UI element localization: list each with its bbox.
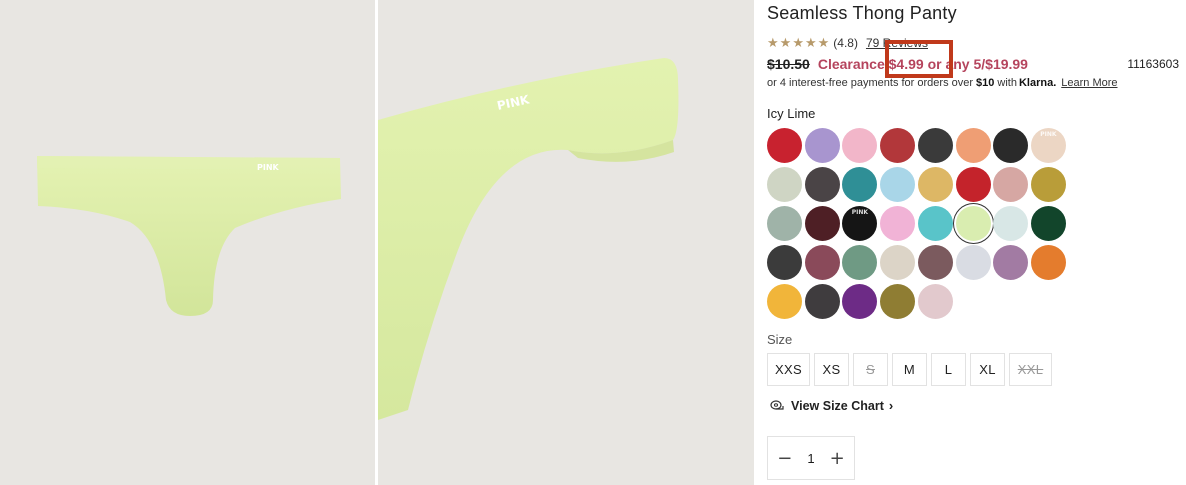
color-swatch-aqua-tiedye[interactable]	[917, 206, 953, 241]
color-swatch-charcoal-stripe[interactable]	[804, 284, 840, 319]
size-selector: XXS XS S M L XL XXL	[767, 353, 1052, 386]
color-swatch-nude-pink-logo[interactable]: PINK	[1030, 128, 1066, 163]
color-swatch-orchid[interactable]	[993, 245, 1029, 280]
color-swatch-olive-stripe[interactable]	[880, 284, 916, 319]
chevron-right-icon: ›	[888, 398, 894, 413]
product-title: Seamless Thong Panty	[767, 3, 957, 23]
color-swatch-blush-stripe[interactable]	[917, 284, 953, 319]
brand-mark-front: PINK	[257, 163, 280, 172]
color-swatch-black-white-print[interactable]	[804, 167, 840, 202]
product-sku: 11163603	[1127, 57, 1179, 71]
color-swatch-pink[interactable]	[842, 128, 878, 163]
financing-text: or 4 interest-free payments for orders o…	[767, 77, 974, 89]
color-swatch-pale-grey[interactable]	[955, 245, 991, 280]
size-label: Size	[767, 332, 793, 347]
clearance-price: Clearance $4.99 or any 5/$19.99	[817, 56, 1028, 72]
color-swatch-cream[interactable]	[880, 245, 916, 280]
color-swatch-mustard[interactable]	[917, 167, 953, 202]
star-icon: ★	[817, 35, 830, 51]
star-icon: ★	[804, 35, 817, 51]
quantity-increase-button[interactable]: +	[826, 448, 848, 469]
size-chart-label: View Size Chart	[791, 398, 884, 413]
price-row: $10.50 Clearance $4.99 or any 5/$19.99 1…	[767, 55, 1186, 73]
color-swatch-grey-green[interactable]	[767, 206, 802, 241]
original-price: $10.50	[767, 56, 810, 72]
color-swatch-dark-red[interactable]	[880, 128, 916, 163]
size-button-xxl[interactable]: XXL	[1009, 353, 1052, 386]
color-swatch-crimson[interactable]	[955, 167, 991, 202]
color-swatch-marigold[interactable]	[767, 284, 802, 319]
reviews-link[interactable]: 79 Reviews	[866, 36, 928, 50]
color-swatch-red[interactable]	[767, 128, 802, 163]
view-size-chart-link[interactable]: View Size Chart ›	[770, 398, 893, 413]
size-button-m[interactable]: M	[892, 353, 927, 386]
color-swatch-pink-tiedye[interactable]	[880, 206, 916, 241]
product-info-panel: Seamless Thong Panty ★ ★ ★ ★ ★ (4.8) 79 Revi…	[767, 0, 1186, 485]
star-icon: ★	[792, 35, 804, 51]
color-swatch-black-logo[interactable]: PINK	[842, 206, 878, 241]
quantity-stepper: − 1 +	[767, 436, 855, 480]
size-button-s[interactable]: S	[853, 353, 888, 386]
quantity-decrease-button[interactable]: −	[774, 448, 796, 469]
color-swatch-icy-lime[interactable]	[955, 206, 991, 241]
learn-more-link[interactable]: Learn More	[1061, 77, 1117, 89]
color-swatch-olive-gold[interactable]	[1030, 167, 1066, 202]
color-swatch-green-tiedye[interactable]	[842, 245, 878, 280]
size-button-xxs[interactable]: XXS	[767, 353, 810, 386]
color-swatch-mauve-tiedye[interactable]	[917, 245, 953, 280]
star-icon: ★	[767, 35, 779, 51]
financing-amount: $10	[976, 77, 995, 89]
color-swatch-black-white-tiedye[interactable]	[767, 245, 802, 280]
measuring-tape-icon	[770, 400, 784, 410]
color-swatch-purple[interactable]	[842, 284, 878, 319]
size-button-l[interactable]: L	[931, 353, 966, 386]
color-swatch-black-tiedye[interactable]	[993, 128, 1029, 163]
quantity-value[interactable]: 1	[807, 451, 814, 466]
financing-with: with	[997, 77, 1017, 89]
selected-color-label: Icy Lime	[767, 106, 816, 121]
swatch-brand-mark: PINK	[1040, 131, 1057, 138]
color-swatch-peach[interactable]	[955, 128, 991, 163]
product-image-front[interactable]: PINK	[0, 0, 375, 485]
product-image-detail[interactable]: PINK	[378, 0, 754, 485]
size-button-xs[interactable]: XS	[814, 353, 849, 386]
color-swatch-ice-blue[interactable]	[993, 206, 1029, 241]
color-swatch-lavender[interactable]	[804, 128, 840, 163]
product-photo-front: PINK	[0, 0, 375, 485]
rating-row: ★ ★ ★ ★ ★ (4.8) 79 Reviews	[767, 35, 928, 51]
klarna-logo: Klarna.	[1018, 77, 1057, 89]
color-swatch-dusty-rose[interactable]	[993, 167, 1029, 202]
financing-row: or 4 interest-free payments for orders o…	[767, 77, 1118, 89]
color-swatch-burgundy[interactable]	[804, 206, 840, 241]
swatch-brand-mark: PINK	[851, 209, 869, 216]
rating-stars: ★ ★ ★ ★ ★	[767, 37, 829, 50]
color-swatch-light-blue[interactable]	[880, 167, 916, 202]
color-swatch-teal-tiedye[interactable]	[842, 167, 878, 202]
color-swatch-sage[interactable]	[767, 167, 802, 202]
color-swatch-forest-green[interactable]	[1030, 206, 1066, 241]
star-icon: ★	[779, 35, 792, 51]
size-button-xl[interactable]: XL	[970, 353, 1005, 386]
product-photo-detail: PINK	[378, 0, 754, 485]
color-swatch-plum-print[interactable]	[804, 245, 840, 280]
rating-value: (4.8)	[833, 36, 858, 50]
color-swatch-orange-stripe[interactable]	[1030, 245, 1066, 280]
color-swatch-charcoal[interactable]	[917, 128, 953, 163]
